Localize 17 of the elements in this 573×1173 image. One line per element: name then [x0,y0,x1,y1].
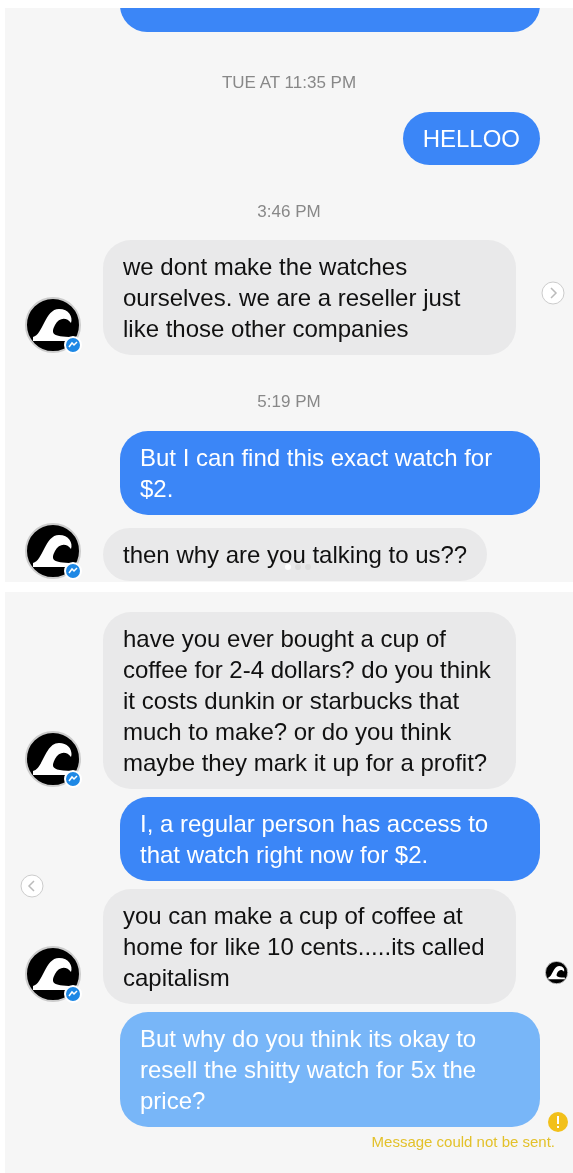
timestamp: 3:46 PM [257,200,321,223]
seen-avatar-icon [545,961,569,985]
sent-message: But why do you think its okay to resell the shitty watch for 5x the price? [120,1012,540,1127]
received-message: have you ever bought a cup of coffee for 2-4 dollars? do you think it costs dunkin or starbucks that much to make? or do you think maybe they mark it up for a profit? [103,612,516,789]
received-message: you can make a cup of coffee at home for like 10 cents.....its called capitalism [103,889,516,1004]
timestamp: 5:19 PM [257,391,321,413]
wave-logo-avatar-icon [25,946,83,1004]
error-icon [548,1112,568,1132]
sent-message: I, a regular person has access to that watch right now for $2. [120,797,540,881]
received-message: then why are you talking to us?? [103,527,488,581]
sent-message: HELLOO [402,111,540,165]
timestamp: TUE AT 11:35 PM [221,72,357,94]
error-message: Message could not be sent. [371,1132,555,1152]
sent-message: But I can find this exact watch for $2. [120,430,540,515]
received-message: we dont make the watches ourselves. we are a reseller just like those other companies [103,240,516,355]
wave-logo-avatar-icon [25,297,83,355]
wave-logo-avatar-icon [25,731,83,789]
